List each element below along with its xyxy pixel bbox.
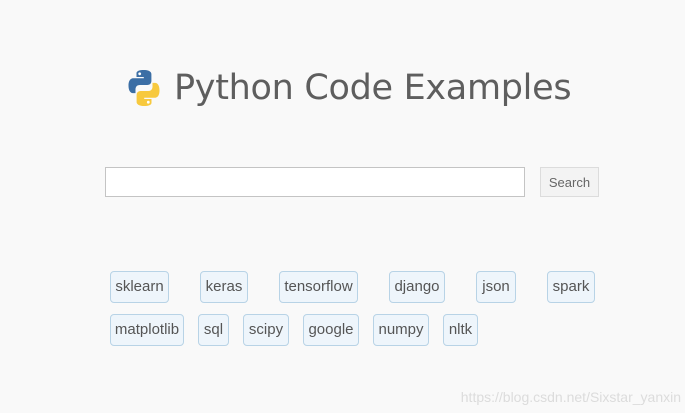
watermark-text: https://blog.csdn.net/Sixstar_yanxin — [460, 389, 681, 405]
search-input[interactable] — [105, 167, 525, 197]
page-title: Python Code Examples — [174, 68, 572, 108]
page: Python Code Examples Search sklearn kera… — [0, 0, 685, 413]
tag-keras[interactable]: keras — [200, 271, 248, 303]
tag-matplotlib[interactable]: matplotlib — [110, 314, 184, 346]
tag-tensorflow[interactable]: tensorflow — [279, 271, 358, 303]
tag-sql[interactable]: sql — [198, 314, 229, 346]
tag-nltk[interactable]: nltk — [443, 314, 478, 346]
page-header: Python Code Examples — [124, 66, 572, 110]
tag-scipy[interactable]: scipy — [243, 314, 289, 346]
search-button[interactable]: Search — [540, 167, 599, 197]
tag-django[interactable]: django — [389, 271, 445, 303]
tag-google[interactable]: google — [303, 314, 359, 346]
tag-json[interactable]: json — [476, 271, 516, 303]
python-logo-icon — [128, 70, 160, 106]
tag-numpy[interactable]: numpy — [373, 314, 429, 346]
tag-sklearn[interactable]: sklearn — [110, 271, 169, 303]
tag-spark[interactable]: spark — [547, 271, 595, 303]
